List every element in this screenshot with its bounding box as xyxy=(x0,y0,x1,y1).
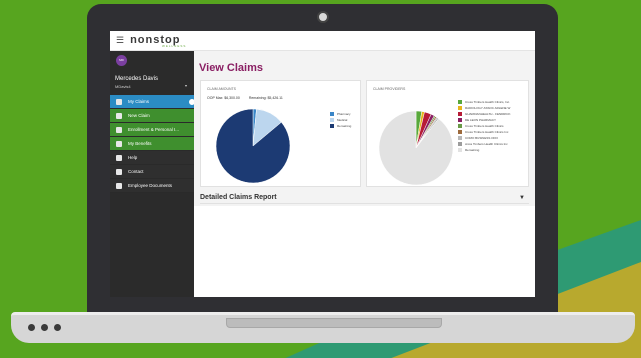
dot-icon xyxy=(41,324,48,331)
sidebar-item-new-claim[interactable]: New Claim xyxy=(110,109,194,123)
laptop-base xyxy=(11,312,635,343)
avatar[interactable]: MD xyxy=(116,55,127,66)
help-icon xyxy=(116,154,122,161)
laptop-notch xyxy=(226,318,442,328)
legend-swatch xyxy=(458,106,462,110)
benefits-icon xyxy=(116,140,122,147)
report-body xyxy=(194,206,535,297)
sidebar-item-help[interactable]: Help xyxy=(110,151,194,165)
claim-amounts-legend: Pharmacy Medical Remaining xyxy=(330,111,351,129)
document-icon xyxy=(116,98,122,105)
hamburger-menu-icon[interactable]: ☰ xyxy=(116,35,124,46)
legend-label: RADIOLOGY ASSOC ARLENE W xyxy=(465,106,511,110)
sidebar-item-label: Employee Documents xyxy=(128,183,173,188)
folder-icon xyxy=(116,182,122,189)
legend-item[interactable]: Remaining xyxy=(330,123,351,129)
pie-slice-remaining[interactable] xyxy=(378,110,454,186)
legend-label: Remaining xyxy=(337,124,352,128)
user-id-text: MDavis4 xyxy=(115,84,131,89)
legend-label: Cross Timbers Health Clinics Inc xyxy=(465,130,509,134)
sidebar-item-enrollment-personal-i[interactable]: Enrollment & Personal I... xyxy=(110,123,194,137)
legend-label: Remaining xyxy=(465,148,480,152)
dot-icon xyxy=(54,324,61,331)
dot-icon xyxy=(28,324,35,331)
main-content: View Claims CLAIM AMOUNTS OOP Max: $6,30… xyxy=(194,51,535,297)
user-id[interactable]: MDavis4 ▾ xyxy=(115,83,187,89)
legend-swatch xyxy=(458,136,462,140)
app-screen: ☰ nonstop WELLNESS MD Mercedes Davis MDa… xyxy=(110,31,535,297)
sidebar-item-employee-documents[interactable]: Employee Documents xyxy=(110,179,194,193)
legend-swatch xyxy=(458,148,462,152)
legend-label: Pharmacy xyxy=(337,112,351,116)
sidebar-item-label: Help xyxy=(128,155,138,160)
legend-swatch xyxy=(458,142,462,146)
window-dots xyxy=(28,324,61,331)
legend-swatch xyxy=(458,100,462,104)
legend-label: GUARDIANHEALTH - FENDRICK xyxy=(465,112,511,116)
legend-swatch xyxy=(458,124,462,128)
legend-swatch xyxy=(458,130,462,134)
legend-label: DE LEON PHARMACY xyxy=(465,118,497,122)
sidebar-item-label: My Benefits xyxy=(128,141,152,146)
sidebar-item-label: Enrollment & Personal I... xyxy=(128,127,180,132)
legend-item[interactable]: Remaining xyxy=(458,147,510,153)
sidebar-item-label: My Claims xyxy=(128,99,149,104)
legend-swatch xyxy=(458,118,462,122)
top-bar: ☰ nonstop WELLNESS xyxy=(110,31,535,51)
sidebar-item-my-claims[interactable]: My Claims xyxy=(110,95,196,109)
brand-tagline: WELLNESS xyxy=(162,44,187,48)
camera-icon xyxy=(317,11,329,23)
sidebar-item-label: New Claim xyxy=(128,113,150,118)
detailed-claims-report-header: Detailed Claims Report ▼ xyxy=(200,194,529,204)
legend-swatch xyxy=(330,118,334,122)
legend-label: Cross Timbers Health Clinics xyxy=(465,124,504,128)
enrollment-icon xyxy=(116,126,122,133)
legend-swatch xyxy=(458,112,462,116)
filter-icon[interactable]: ▼ xyxy=(519,195,525,201)
claim-amounts-card: CLAIM AMOUNTS OOP Max: $6,300.00 Remaini… xyxy=(200,80,361,187)
sidebar-item-contact[interactable]: Contact xyxy=(110,165,194,179)
claim-providers-legend: Cross Timbers Health Clinics, Inc. RADIOL… xyxy=(458,99,510,153)
report-title: Detailed Claims Report xyxy=(200,194,277,201)
legend-swatch xyxy=(330,112,334,116)
new-document-icon xyxy=(116,112,122,119)
sidebar: MD Mercedes Davis MDavis4 ▾ My Claims New… xyxy=(110,51,196,297)
legend-swatch xyxy=(330,124,334,128)
page-title: View Claims xyxy=(199,62,263,74)
contact-icon xyxy=(116,168,122,175)
claim-providers-card: CLAIM PROVIDERS Cross Timbers Health Cli… xyxy=(366,80,529,187)
chevron-down-icon[interactable]: ▾ xyxy=(185,83,187,88)
legend-label: cross Timbers Health Clinics Inc xyxy=(465,142,508,146)
user-name: Mercedes Davis xyxy=(115,76,159,82)
sidebar-nav: My Claims New Claim Enrollment & Personal … xyxy=(110,95,196,193)
legend-label: Cross Timbers Health Clinics, Inc. xyxy=(465,100,511,104)
legend-label: Medical xyxy=(337,118,348,122)
claim-amounts-pie xyxy=(215,108,291,184)
legend-label: COMO BUSINESS OFFI xyxy=(465,136,499,140)
sidebar-item-my-benefits[interactable]: My Benefits xyxy=(110,137,194,151)
sidebar-item-label: Contact xyxy=(128,169,144,174)
